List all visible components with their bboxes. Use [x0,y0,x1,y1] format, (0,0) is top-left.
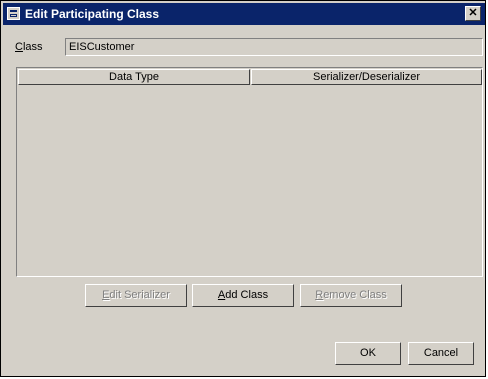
column-header-serializer-deserializer[interactable]: Serializer/Deserializer [251,69,482,85]
edit-serializer-label-rest: dit Serializer [109,289,170,301]
title-bar[interactable]: Edit Participating Class ✕ [3,3,485,25]
data-type-table[interactable]: Data Type Serializer/Deserializer [16,67,483,277]
close-button[interactable]: ✕ [465,6,481,21]
class-label-rest: lass [22,41,43,53]
close-icon: ✕ [468,7,478,19]
table-body[interactable] [18,86,481,275]
ok-button[interactable]: OK [335,342,401,365]
remove-class-mnemonic: R [315,289,324,301]
remove-class-button[interactable]: Remove Class [300,284,402,307]
class-label-mnemonic: C [15,41,23,53]
class-field[interactable]: EISCustomer [65,38,483,56]
add-class-label-rest: dd Class [225,289,269,301]
table-header: Data Type Serializer/Deserializer [18,69,482,85]
remove-class-label-rest: emove Class [323,289,387,301]
column-header-data-type[interactable]: Data Type [18,69,250,85]
dialog-title: Edit Participating Class [25,7,160,21]
add-class-button[interactable]: Add Class [192,284,294,307]
dialog-icon [7,7,20,20]
cancel-button[interactable]: Cancel [408,342,474,365]
edit-participating-class-dialog: Edit Participating Class ✕ Class EISCust… [0,0,486,377]
edit-serializer-button[interactable]: Edit Serializer [85,284,187,307]
class-label: Class [15,41,43,53]
